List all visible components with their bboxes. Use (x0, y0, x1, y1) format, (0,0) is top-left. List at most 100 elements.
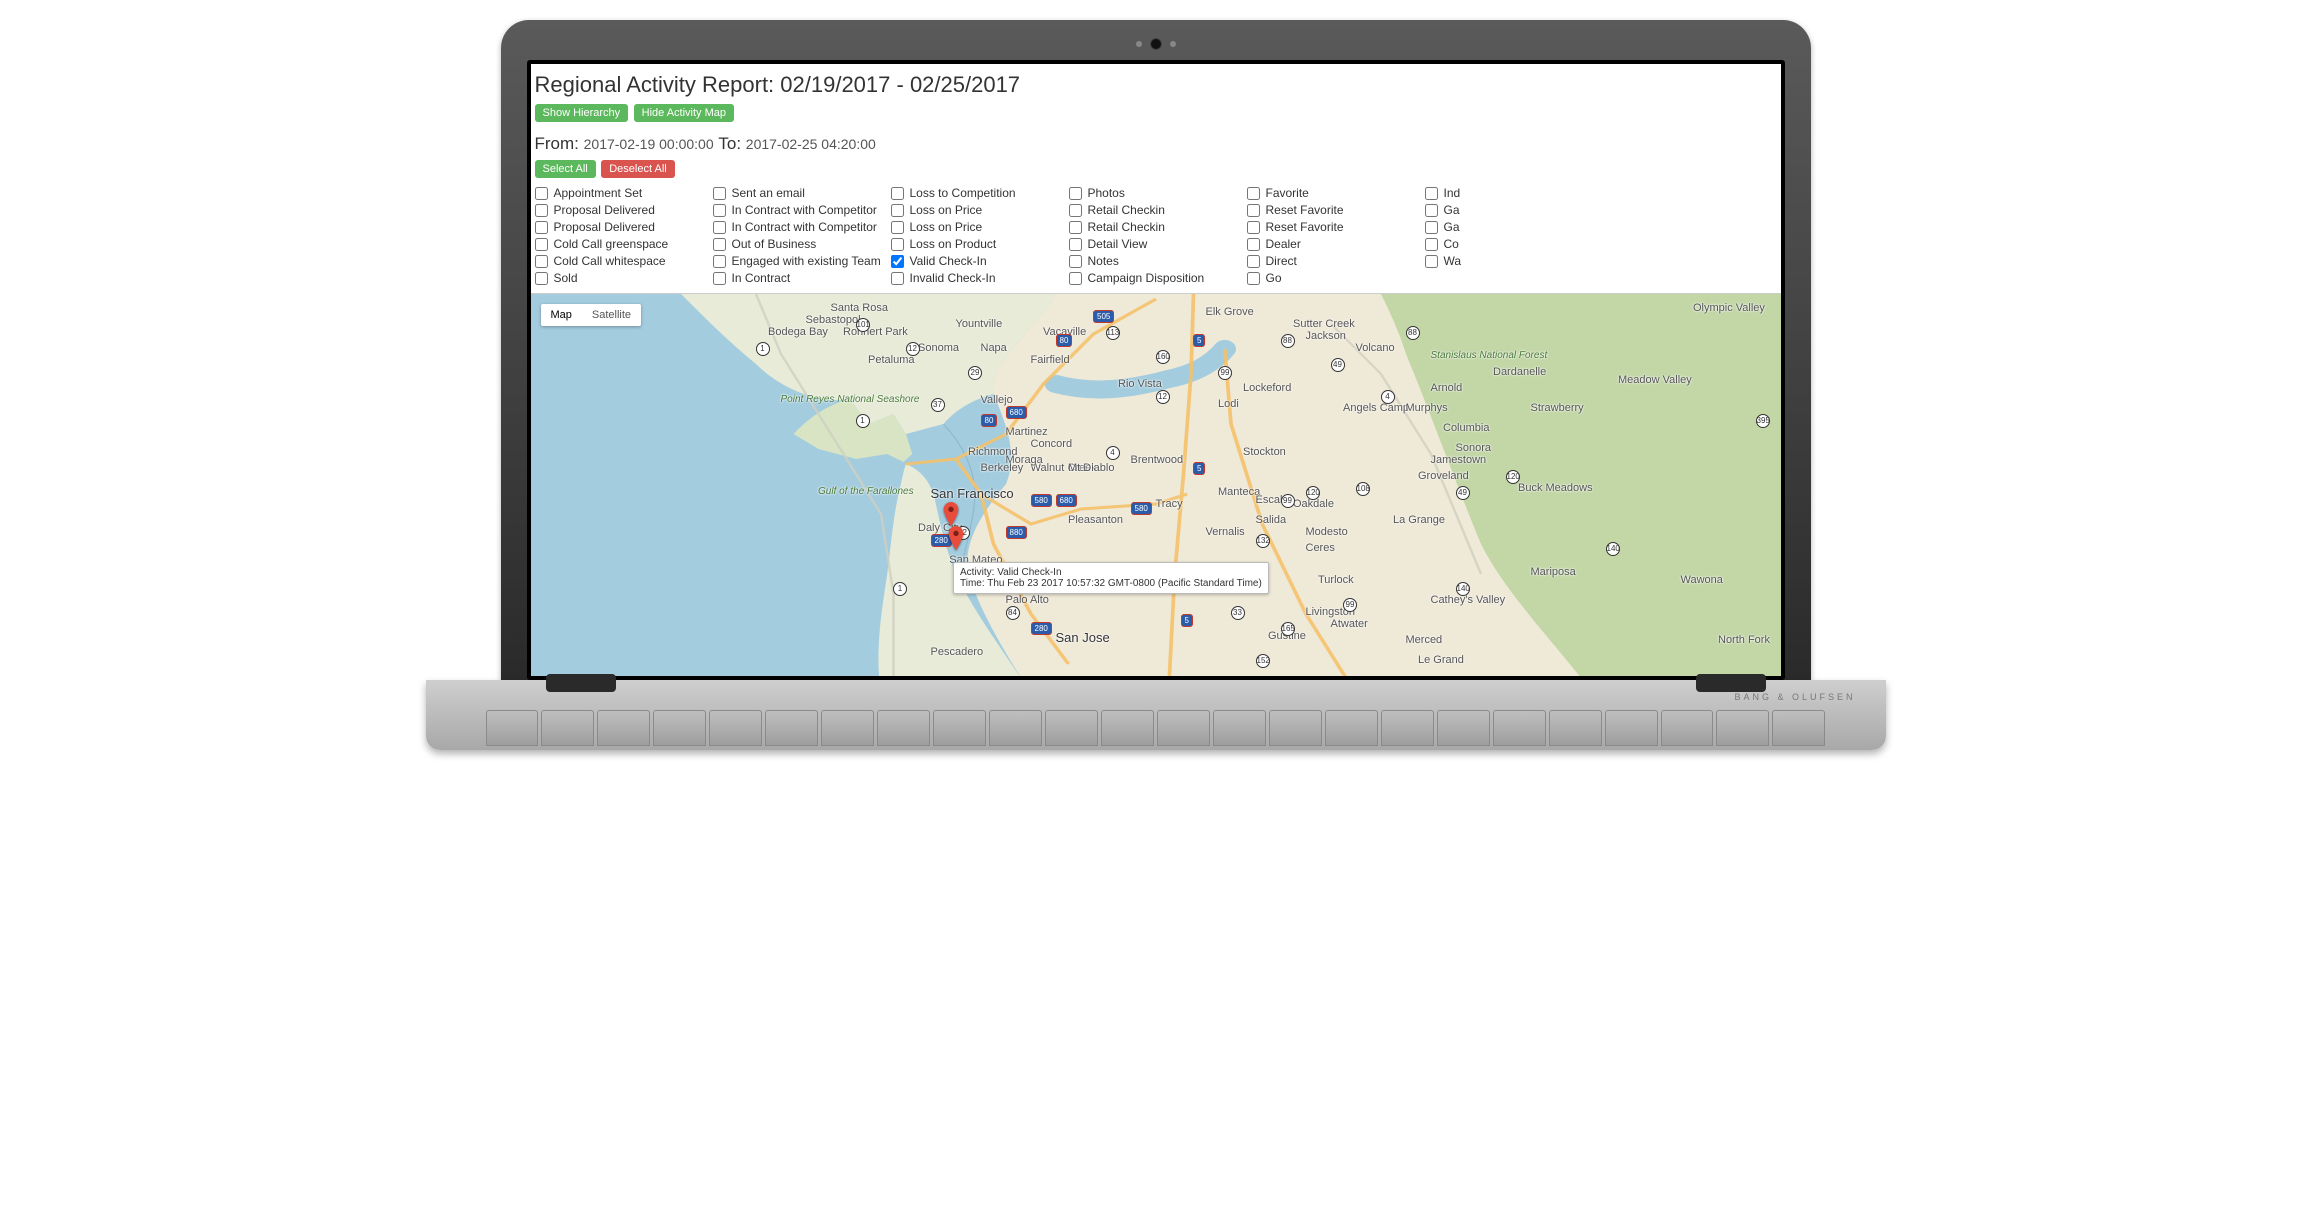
city-label: Pescadero (931, 646, 984, 658)
filter-checkbox[interactable] (535, 187, 548, 200)
filter-checkbox[interactable] (1425, 187, 1438, 200)
filter-item[interactable] (1425, 271, 1599, 285)
filter-item[interactable]: In Contract with Competitor (713, 220, 887, 234)
filter-item[interactable] (1603, 254, 1777, 268)
app-viewport: Regional Activity Report: 02/19/2017 - 0… (531, 64, 1781, 676)
filter-item[interactable]: Reset Favorite (1247, 203, 1421, 217)
filter-checkbox[interactable] (1069, 221, 1082, 234)
filter-item[interactable] (1603, 237, 1777, 251)
map-type-satellite[interactable]: Satellite (582, 304, 641, 326)
filter-checkbox[interactable] (1247, 221, 1260, 234)
filter-checkbox[interactable] (1069, 255, 1082, 268)
filter-item[interactable]: Wa (1425, 254, 1599, 268)
filter-checkbox[interactable] (535, 272, 548, 285)
filter-item[interactable]: Ga (1425, 203, 1599, 217)
city-label: Modesto (1306, 526, 1348, 538)
filter-checkbox[interactable] (1069, 204, 1082, 217)
map-area[interactable]: Map Satellite Google Activity: Valid Che… (531, 294, 1781, 676)
filter-checkbox[interactable] (891, 255, 904, 268)
filter-item[interactable]: Retail Checkin (1069, 203, 1243, 217)
filter-checkbox[interactable] (1069, 187, 1082, 200)
filter-item[interactable]: Cold Call whitespace (535, 254, 709, 268)
map-type-control[interactable]: Map Satellite (541, 304, 642, 326)
filter-checkbox[interactable] (1425, 221, 1438, 234)
filter-item[interactable]: Sold (535, 271, 709, 285)
filter-checkbox[interactable] (1425, 255, 1438, 268)
filter-item[interactable]: Co (1425, 237, 1599, 251)
filter-item[interactable] (1603, 186, 1777, 200)
filter-item[interactable]: Dealer (1247, 237, 1421, 251)
filter-checkbox[interactable] (713, 272, 726, 285)
filter-item[interactable]: Loss on Product (891, 237, 1065, 251)
filter-item[interactable]: Reset Favorite (1247, 220, 1421, 234)
deselect-all-button[interactable]: Deselect All (601, 160, 674, 178)
filter-item[interactable] (1603, 271, 1777, 285)
filter-item[interactable]: Cold Call greenspace (535, 237, 709, 251)
map-infowindow[interactable]: Activity: Valid Check-In Time: Thu Feb 2… (953, 562, 1269, 594)
filter-checkbox[interactable] (535, 221, 548, 234)
filter-checkbox[interactable] (713, 187, 726, 200)
filter-item[interactable]: Proposal Delivered (535, 203, 709, 217)
filter-item[interactable]: Direct (1247, 254, 1421, 268)
city-label: Yountville (956, 318, 1003, 330)
hide-activity-map-button[interactable]: Hide Activity Map (634, 104, 734, 122)
filter-item[interactable]: In Contract (713, 271, 887, 285)
filter-item[interactable] (1603, 220, 1777, 234)
filter-item[interactable]: Loss on Price (891, 203, 1065, 217)
state-route-shield: 165 (1281, 622, 1295, 636)
filter-item[interactable]: Valid Check-In (891, 254, 1065, 268)
filter-item[interactable]: Go (1247, 271, 1421, 285)
filter-checkbox[interactable] (891, 204, 904, 217)
filter-checkbox[interactable] (1425, 238, 1438, 251)
filter-checkbox[interactable] (713, 204, 726, 217)
map-type-map[interactable]: Map (541, 304, 582, 326)
filter-item[interactable]: Loss to Competition (891, 186, 1065, 200)
filter-item[interactable]: Ind (1425, 186, 1599, 200)
filter-checkbox[interactable] (535, 238, 548, 251)
filter-checkbox[interactable] (891, 221, 904, 234)
filter-checkbox[interactable] (1247, 204, 1260, 217)
filter-checkbox[interactable] (891, 187, 904, 200)
filter-checkbox[interactable] (1069, 272, 1082, 285)
filter-checkbox[interactable] (1069, 238, 1082, 251)
filter-item[interactable]: Notes (1069, 254, 1243, 268)
filter-checkbox[interactable] (891, 272, 904, 285)
from-label: From: (535, 134, 579, 153)
map-pin[interactable] (948, 526, 964, 550)
filter-checkbox[interactable] (1247, 238, 1260, 251)
filter-checkbox[interactable] (1425, 204, 1438, 217)
filter-item[interactable]: Proposal Delivered (535, 220, 709, 234)
filter-checkbox[interactable] (1247, 187, 1260, 200)
filter-item[interactable]: Out of Business (713, 237, 887, 251)
filter-item[interactable] (1603, 203, 1777, 217)
select-all-button[interactable]: Select All (535, 160, 596, 178)
filter-item[interactable]: Retail Checkin (1069, 220, 1243, 234)
filter-checkbox[interactable] (891, 238, 904, 251)
state-route-shield: 37 (931, 398, 945, 412)
city-label: San Jose (1056, 630, 1110, 645)
filter-checkbox[interactable] (1247, 255, 1260, 268)
filter-checkbox[interactable] (713, 255, 726, 268)
filter-label: Co (1444, 237, 1459, 251)
filter-item[interactable]: Campaign Disposition (1069, 271, 1243, 285)
filter-checkbox[interactable] (535, 255, 548, 268)
filter-label: Photos (1088, 186, 1125, 200)
filter-item[interactable]: In Contract with Competitor (713, 203, 887, 217)
filter-item[interactable]: Sent an email (713, 186, 887, 200)
filter-item[interactable]: Detail View (1069, 237, 1243, 251)
filter-item[interactable]: Appointment Set (535, 186, 709, 200)
map-pin[interactable] (943, 502, 959, 526)
city-label: Sonoma (918, 342, 959, 354)
filter-checkbox[interactable] (1247, 272, 1260, 285)
filter-item[interactable]: Photos (1069, 186, 1243, 200)
filter-checkbox[interactable] (535, 204, 548, 217)
filter-item[interactable]: Engaged with existing Team (713, 254, 887, 268)
filter-item[interactable]: Ga (1425, 220, 1599, 234)
filter-checkbox[interactable] (713, 221, 726, 234)
filter-item[interactable]: Loss on Price (891, 220, 1065, 234)
state-route-shield: 1 (893, 582, 907, 596)
show-hierarchy-button[interactable]: Show Hierarchy (535, 104, 629, 122)
filter-item[interactable]: Invalid Check-In (891, 271, 1065, 285)
filter-checkbox[interactable] (713, 238, 726, 251)
filter-item[interactable]: Favorite (1247, 186, 1421, 200)
